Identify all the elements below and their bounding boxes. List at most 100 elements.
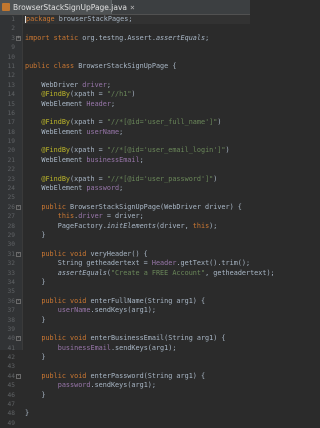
code-line[interactable]: 13 WebDriver driver; <box>8 81 250 90</box>
code-token: "//h1" <box>106 90 132 99</box>
code-token: ); <box>209 221 218 230</box>
code-line[interactable]: 34 } <box>8 278 250 287</box>
code-token: businessEmail <box>86 155 140 164</box>
code-line[interactable]: 46 } <box>8 391 250 400</box>
code-line[interactable]: 26- public BrowserStackSignUpPage(WebDri… <box>8 203 250 212</box>
fold-collapse-icon[interactable]: - <box>16 204 21 210</box>
close-tab-icon[interactable]: × <box>130 3 135 12</box>
code-token: .getText().trim(); <box>176 259 251 268</box>
code-token: package <box>26 15 55 23</box>
code-line[interactable]: 32 String getheadertext = Header.getText… <box>8 259 251 268</box>
code-line[interactable]: 39 <box>8 325 250 334</box>
code-editor[interactable]: 1 package browserStackPages; 2 3 + import sta… <box>0 15 275 427</box>
code-line[interactable]: 41 businessEmail.sendKeys(arg1); <box>8 344 250 353</box>
code-line[interactable]: 37 userName.sendKeys(arg1); <box>8 306 250 315</box>
code-token: void <box>70 249 87 258</box>
code-token: .sendKeys(arg1); <box>90 306 156 315</box>
code-line[interactable]: 31- public void veryHeader() { <box>8 249 250 259</box>
fold-collapse-icon[interactable]: - <box>16 298 21 304</box>
code-token: userName <box>57 306 91 315</box>
code-line[interactable]: 47 <box>8 400 250 409</box>
line-number: 29 <box>7 231 15 239</box>
code-line[interactable]: 30 <box>8 240 250 249</box>
code-line[interactable]: 24 WebElement password; <box>8 184 250 193</box>
code-token: PageFactory. <box>25 221 107 230</box>
code-area[interactable]: 1 package browserStackPages; 2 3 + import sta… <box>8 15 275 427</box>
code-line[interactable]: 48} <box>8 409 250 418</box>
code-token: "//*[@id='user_full_name']" <box>106 118 218 127</box>
code-line[interactable]: 19 <box>8 137 250 146</box>
code-line[interactable]: 29 } <box>8 231 250 240</box>
code-token: (driver, <box>155 221 193 230</box>
code-line[interactable]: 38 } <box>8 315 250 325</box>
file-tab[interactable]: BrowserStackSignUpPage.java × <box>0 0 135 14</box>
fold-collapse-icon[interactable]: - <box>16 251 21 257</box>
code-line[interactable]: 45 password.sendKeys(arg1); <box>8 381 250 390</box>
code-line[interactable]: 22 <box>8 165 250 174</box>
code-text: String getheadertext = Header.getText().… <box>23 259 250 267</box>
code-token: password <box>86 184 120 193</box>
code-token: userName <box>86 127 120 136</box>
line-number: 9 <box>11 44 15 52</box>
code-line[interactable]: 20 @FindBy(xpath = "//*[@id='user_email_… <box>8 146 250 155</box>
code-line[interactable]: 36- public void enterFullName(String arg… <box>8 297 250 306</box>
code-line[interactable]: 10 <box>8 53 250 62</box>
fold-expand-icon[interactable]: + <box>16 35 21 41</box>
code-line[interactable]: 11 public class BrowserStackSignUpPage { <box>8 61 250 71</box>
code-line[interactable]: 49 <box>8 419 250 428</box>
code-text: PageFactory.initElements(driver, this); <box>23 221 218 230</box>
code-text: } <box>23 278 45 286</box>
code-token: public <box>25 371 66 380</box>
code-line[interactable]: 9 <box>11 43 250 52</box>
code-line[interactable]: 21 WebElement businessEmail; <box>8 155 250 165</box>
code-line[interactable]: 14 @FindBy(xpath = "//h1") <box>8 90 250 99</box>
code-line[interactable]: 33 assertEquals("Create a FREE Account",… <box>8 269 275 278</box>
fold-collapse-icon[interactable]: - <box>16 336 21 342</box>
code-token: @FindBy <box>25 146 71 155</box>
line-number: 11 <box>7 62 15 70</box>
code-text: public BrowserStackSignUpPage(WebDriver … <box>23 203 242 211</box>
editor-tab-bar: BrowserStackSignUpPage.java × <box>0 0 250 15</box>
code-token: ; <box>110 99 116 108</box>
code-token: @FindBy <box>25 118 71 127</box>
code-line[interactable]: 2 <box>11 24 250 33</box>
line-number: 33 <box>7 269 15 277</box>
line-number: 48 <box>7 410 15 418</box>
code-token: ) <box>217 118 222 127</box>
code-line[interactable]: 1 package browserStackPages; <box>11 15 250 25</box>
code-line[interactable]: 42 } <box>8 353 250 362</box>
code-token: } <box>25 315 46 324</box>
line-number: 39 <box>7 325 15 333</box>
code-line[interactable]: 28 PageFactory.initElements(driver, this… <box>8 221 250 231</box>
code-token: ; <box>139 155 144 164</box>
code-line[interactable]: 12 <box>8 71 250 80</box>
code-line[interactable]: 16 <box>8 109 250 118</box>
code-token: @FindBy <box>25 174 71 183</box>
code-token: public <box>25 61 50 70</box>
code-text: WebElement userName; <box>23 128 123 136</box>
code-token: BrowserStackSignUpPage { <box>74 61 177 70</box>
code-line[interactable]: 25 <box>8 193 250 202</box>
code-token: public <box>25 202 66 211</box>
code-line[interactable]: 27 this.driver = driver; <box>8 212 250 221</box>
code-line[interactable]: 40- public void enterBusinessEmail(Strin… <box>8 334 250 343</box>
fold-collapse-icon[interactable]: - <box>16 373 21 379</box>
line-number: 26 <box>7 203 15 211</box>
code-line[interactable]: 17 @FindBy(xpath = "//*[@id='user_full_n… <box>8 118 250 127</box>
code-line[interactable]: 15 WebElement Header; <box>8 99 250 109</box>
code-line[interactable]: 35 <box>8 287 250 296</box>
line-number: 46 <box>7 391 15 399</box>
code-line[interactable]: 44- public void enterPassword(String arg… <box>8 371 250 381</box>
code-line[interactable]: 18 WebElement userName; <box>8 128 250 137</box>
code-line[interactable]: 23 @FindBy(xpath = "//*[@id='user_passwo… <box>8 174 250 184</box>
line-number: 41 <box>7 344 15 352</box>
code-line[interactable]: 43 <box>8 362 250 371</box>
code-text: import static org.testng.Assert.assertEq… <box>23 34 209 42</box>
line-number: 24 <box>7 185 15 193</box>
code-line[interactable]: 3 + import static org.testng.Assert.assert… <box>11 34 250 43</box>
code-text: WebDriver driver; <box>23 81 111 89</box>
